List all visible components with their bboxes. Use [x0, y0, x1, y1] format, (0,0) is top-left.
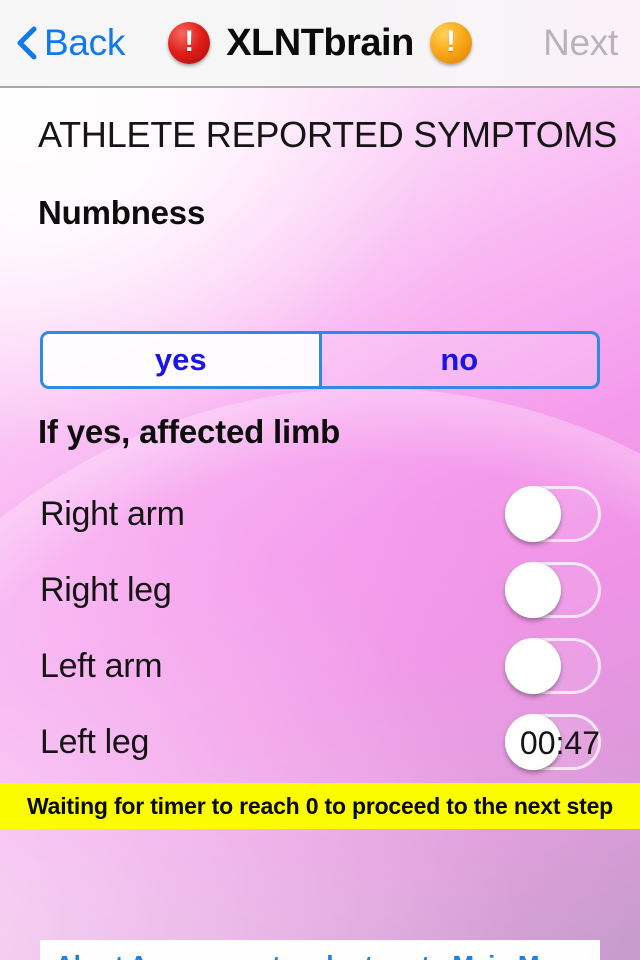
limb-row-right-arm: Right arm [0, 476, 640, 552]
alert-orange-icon[interactable]: ! [429, 22, 472, 64]
alert-red-icon[interactable]: ! [168, 22, 211, 64]
limb-row-left-arm: Left arm [0, 628, 640, 704]
limb-label-right-arm: Right arm [40, 494, 185, 533]
numbness-question-label: Numbness [38, 194, 206, 231]
limb-label-left-arm: Left arm [40, 646, 163, 685]
next-button[interactable]: Next [543, 22, 618, 64]
back-button-label: Back [44, 22, 126, 63]
abort-assessment-label: Abort Assessment and return to Main Menu [55, 950, 585, 960]
toggle-right-arm[interactable] [505, 486, 601, 542]
chevron-left-icon [17, 26, 37, 60]
affected-limb-label: If yes, affected limb [38, 413, 341, 450]
numbness-segmented-control[interactable]: yes no [40, 331, 600, 389]
limb-label-right-leg: Right leg [40, 570, 172, 609]
segment-no[interactable]: no [321, 334, 597, 386]
limb-row-right-leg: Right leg [0, 552, 640, 628]
toggle-knob [505, 486, 561, 542]
toggle-knob [505, 638, 561, 694]
alert-orange-glyph: ! [445, 25, 456, 58]
toggle-right-leg[interactable] [505, 562, 601, 618]
abort-assessment-button[interactable]: Abort Assessment and return to Main Menu [40, 940, 600, 960]
app-title: XLNTbrain [226, 21, 414, 64]
main-content: ATHLETE REPORTED SYMPTOMS Numbness yes n… [0, 88, 640, 960]
alert-red-glyph: ! [184, 25, 195, 58]
page-title: ATHLETE REPORTED SYMPTOMS [38, 114, 618, 155]
toggle-left-arm[interactable] [505, 638, 601, 694]
limb-label-left-leg: Left leg [40, 722, 150, 761]
toggle-knob [505, 562, 561, 618]
navigation-bar: Back ! XLNTbrain ! Next [0, 0, 640, 88]
countdown-timer: 00:47 [519, 725, 600, 761]
segment-yes[interactable]: yes [43, 334, 322, 386]
app-root: Back ! XLNTbrain ! Next ATHLETE REPORTED… [0, 0, 640, 960]
status-banner: Waiting for timer to reach 0 to proceed … [0, 783, 640, 829]
back-button[interactable]: Back [14, 22, 125, 64]
status-banner-text: Waiting for timer to reach 0 to proceed … [26, 792, 614, 819]
